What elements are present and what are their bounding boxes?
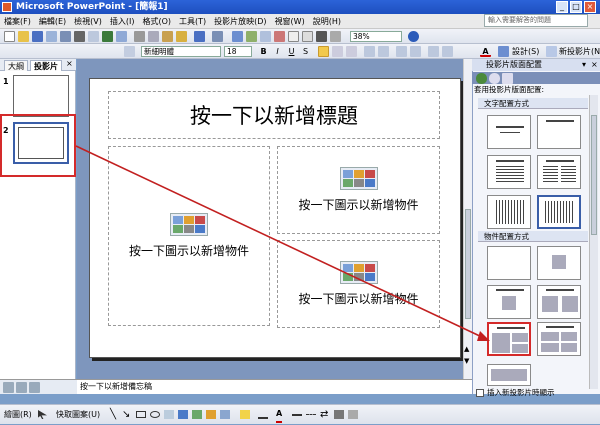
annotation-arrow [75, 145, 490, 341]
annotation-arrow-head [477, 331, 490, 341]
annotation-arrow-line [75, 145, 485, 339]
